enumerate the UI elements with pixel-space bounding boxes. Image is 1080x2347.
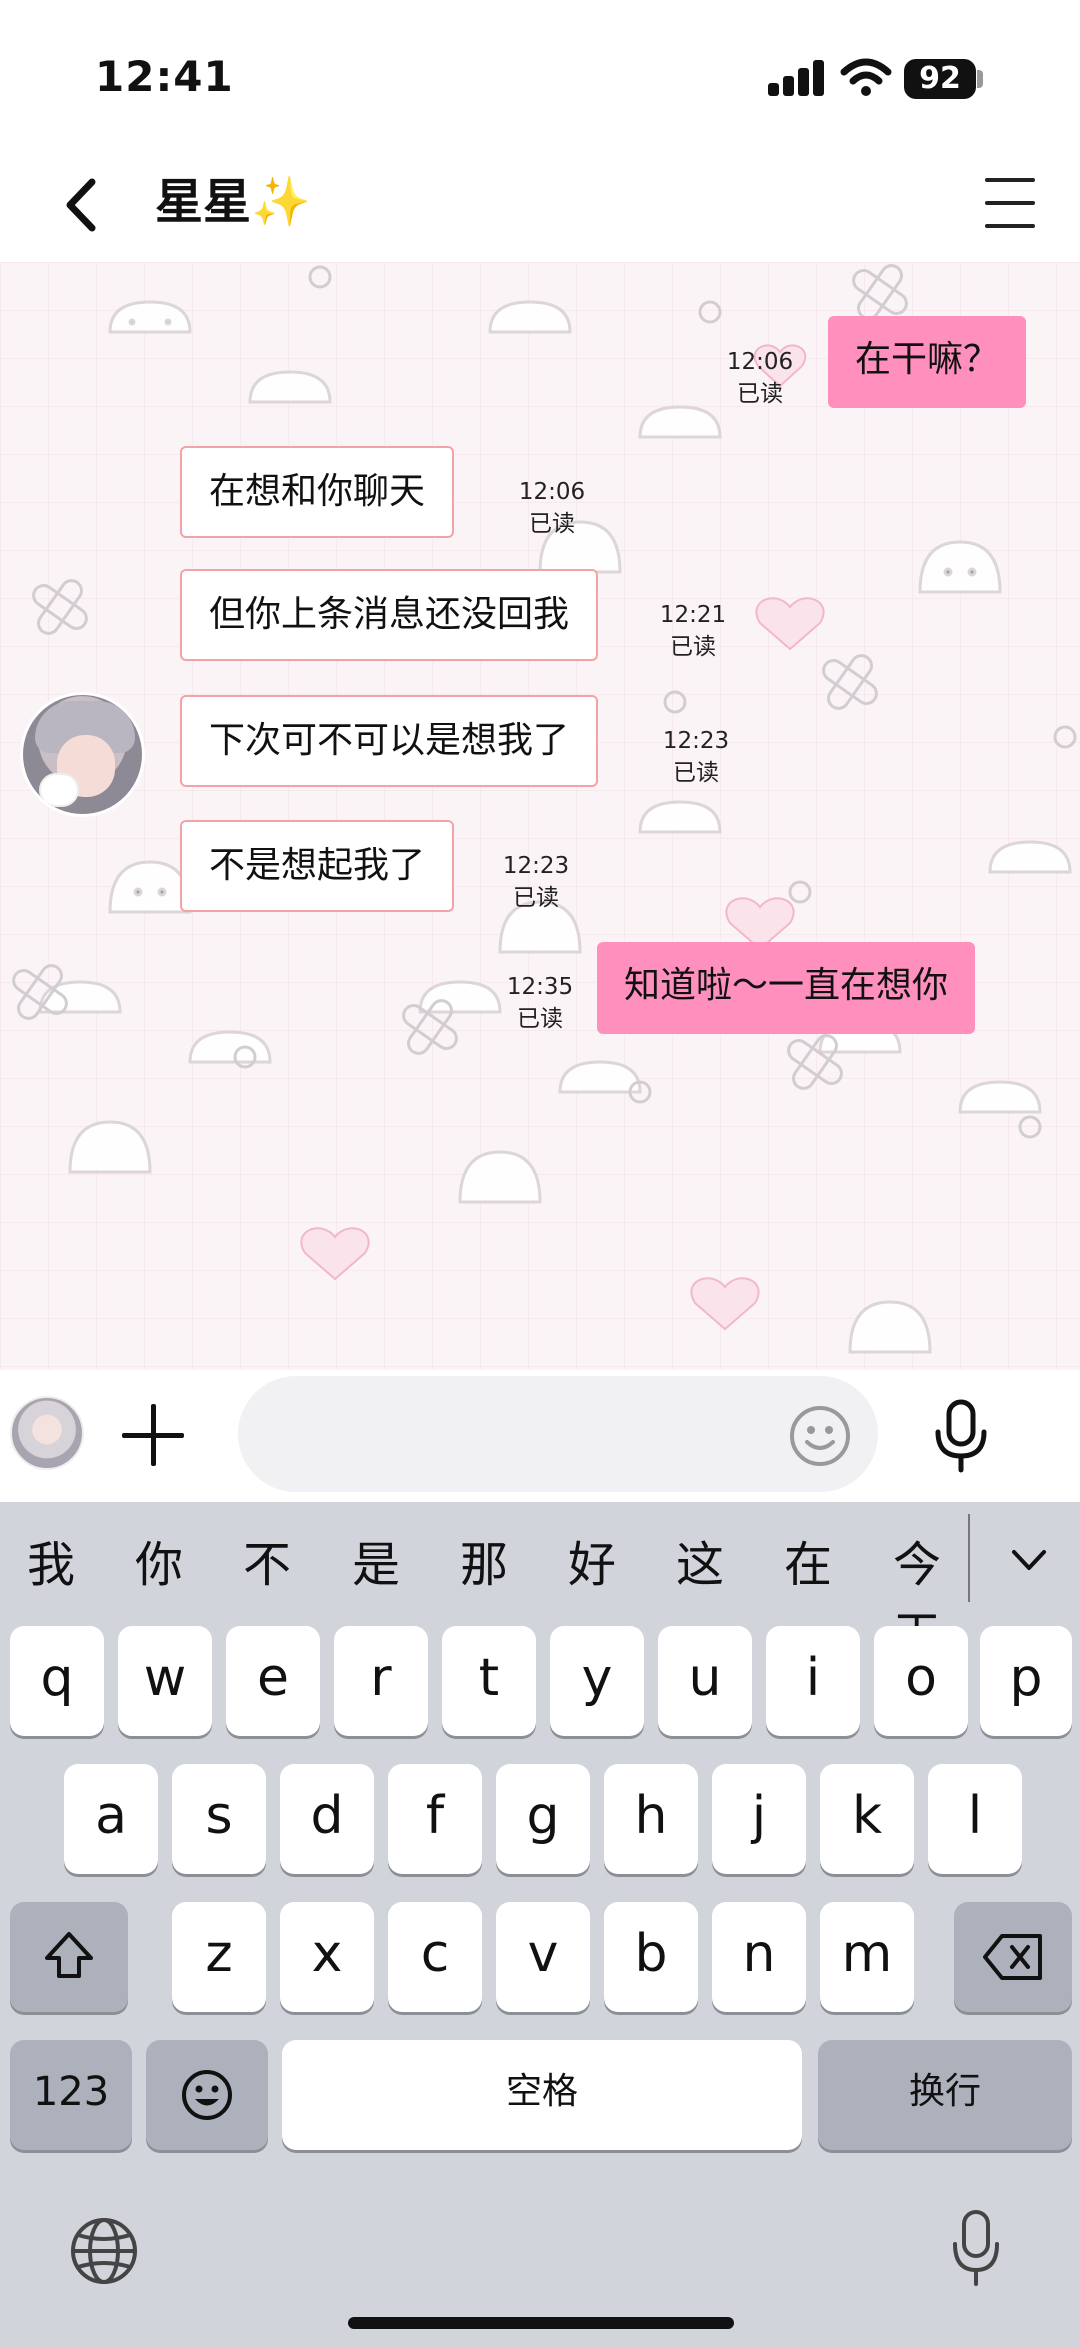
key-e[interactable]: e xyxy=(226,1626,320,1736)
microphone-icon[interactable] xyxy=(932,1398,990,1474)
key-g[interactable]: g xyxy=(496,1764,590,1874)
contact-name: 星星✨ xyxy=(155,174,311,230)
smiley-icon[interactable] xyxy=(788,1404,852,1468)
delete-key[interactable] xyxy=(954,1902,1072,2012)
key-n[interactable]: n xyxy=(712,1902,806,2012)
candidate-word[interactable]: 你 xyxy=(135,1530,183,1600)
key-y[interactable]: y xyxy=(550,1626,644,1736)
candidate-word[interactable]: 不 xyxy=(243,1530,291,1600)
read-status: 已读 xyxy=(513,885,559,911)
key-t[interactable]: t xyxy=(442,1626,536,1736)
message-meta: 12:23 已读 xyxy=(501,850,571,914)
chat-area[interactable]: 12:06 已读 在干嘛？ 在想和你聊天 12:06 已读 但你上条消息还没回我… xyxy=(0,262,1080,1370)
key-q[interactable]: q xyxy=(10,1626,104,1736)
message-time: 12:21 xyxy=(659,602,727,628)
key-a[interactable]: a xyxy=(64,1764,158,1874)
emoji-key[interactable] xyxy=(146,2040,268,2150)
candidate-bar: 我 你 不 是 那 好 这 在 今天 xyxy=(0,1502,1080,1663)
key-u[interactable]: u xyxy=(658,1626,752,1736)
key-l[interactable]: l xyxy=(928,1764,1022,1874)
candidate-word[interactable]: 这 xyxy=(676,1530,724,1600)
candidate-word[interactable]: 我 xyxy=(27,1530,75,1600)
keyboard: 我 你 不 是 那 好 这 在 今天 q w e r t y u i o p a… xyxy=(0,1502,1080,2347)
key-f[interactable]: f xyxy=(388,1764,482,1874)
message-time: 12:06 xyxy=(726,349,794,375)
message-bubble-incoming[interactable]: 但你上条消息还没回我 xyxy=(180,569,599,661)
message-meta: 12:06 已读 xyxy=(517,476,587,540)
message-meta: 12:06 已读 xyxy=(725,346,795,410)
key-b[interactable]: b xyxy=(604,1902,698,2012)
key-s[interactable]: s xyxy=(172,1764,266,1874)
key-w[interactable]: w xyxy=(118,1626,212,1736)
hamburger-menu-icon[interactable] xyxy=(982,174,1038,234)
plus-icon[interactable] xyxy=(118,1400,188,1470)
shift-icon xyxy=(45,1932,93,1978)
message-bubble-incoming[interactable]: 下次可不可以是想我了 xyxy=(180,695,599,787)
microphone-icon[interactable] xyxy=(950,2208,1002,2288)
candidate-word[interactable]: 是 xyxy=(352,1530,400,1600)
backspace-icon xyxy=(983,1934,1042,1980)
key-d[interactable]: d xyxy=(280,1764,374,1874)
message-meta: 12:23 已读 xyxy=(661,725,731,789)
numbers-key[interactable]: 123 xyxy=(10,2040,132,2150)
my-avatar[interactable] xyxy=(10,1396,84,1470)
background-pattern xyxy=(12,264,1077,1354)
candidate-word[interactable]: 那 xyxy=(460,1530,508,1600)
key-k[interactable]: k xyxy=(820,1764,914,1874)
return-key[interactable]: 换行 xyxy=(818,2040,1072,2150)
message-time: 12:06 xyxy=(518,479,586,505)
key-m[interactable]: m xyxy=(820,1902,914,2012)
candidate-word[interactable]: 好 xyxy=(568,1530,616,1600)
chevron-left-icon[interactable] xyxy=(50,170,120,240)
read-status: 已读 xyxy=(670,634,716,660)
key-x[interactable]: x xyxy=(280,1902,374,2012)
key-i[interactable]: i xyxy=(766,1626,860,1736)
candidate-divider xyxy=(968,1514,970,1602)
chat-header: 星星✨ xyxy=(0,150,1080,262)
input-bar xyxy=(0,1370,1080,1502)
chevron-down-icon[interactable] xyxy=(1004,1536,1054,1586)
message-meta: 12:21 已读 xyxy=(658,599,728,663)
wifi-icon xyxy=(840,58,892,96)
message-time: 12:35 xyxy=(506,974,574,1000)
globe-icon[interactable] xyxy=(68,2215,140,2287)
message-meta: 12:35 已读 xyxy=(505,971,575,1035)
key-j[interactable]: j xyxy=(712,1764,806,1874)
message-time: 12:23 xyxy=(502,853,570,879)
battery-tip xyxy=(977,70,983,88)
contact-avatar[interactable] xyxy=(20,692,145,817)
cellular-signal-icon xyxy=(768,60,826,96)
read-status: 已读 xyxy=(737,381,783,407)
candidate-word[interactable]: 在 xyxy=(784,1530,832,1600)
status-bar: 12:41 92 xyxy=(0,0,1080,150)
space-key[interactable]: 空格 xyxy=(282,2040,802,2150)
key-v[interactable]: v xyxy=(496,1902,590,2012)
key-c[interactable]: c xyxy=(388,1902,482,2012)
message-bubble-outgoing[interactable]: 知道啦～一直在想你 xyxy=(597,942,976,1034)
home-indicator[interactable] xyxy=(348,2317,734,2329)
message-bubble-incoming[interactable]: 不是想起我了 xyxy=(180,820,455,912)
key-p[interactable]: p xyxy=(980,1626,1072,1736)
key-z[interactable]: z xyxy=(172,1902,266,2012)
key-h[interactable]: h xyxy=(604,1764,698,1874)
key-o[interactable]: o xyxy=(874,1626,968,1736)
message-bubble-outgoing[interactable]: 在干嘛？ xyxy=(828,316,1027,408)
key-r[interactable]: r xyxy=(334,1626,428,1736)
read-status: 已读 xyxy=(529,511,575,537)
message-time: 12:23 xyxy=(662,728,730,754)
message-input[interactable] xyxy=(238,1376,878,1492)
emoji-icon xyxy=(182,2070,232,2120)
battery-indicator: 92 xyxy=(904,59,976,99)
shift-key[interactable] xyxy=(10,1902,128,2012)
read-status: 已读 xyxy=(673,760,719,786)
status-time: 12:41 xyxy=(95,52,234,101)
read-status: 已读 xyxy=(517,1006,563,1032)
message-bubble-incoming[interactable]: 在想和你聊天 xyxy=(180,446,455,538)
